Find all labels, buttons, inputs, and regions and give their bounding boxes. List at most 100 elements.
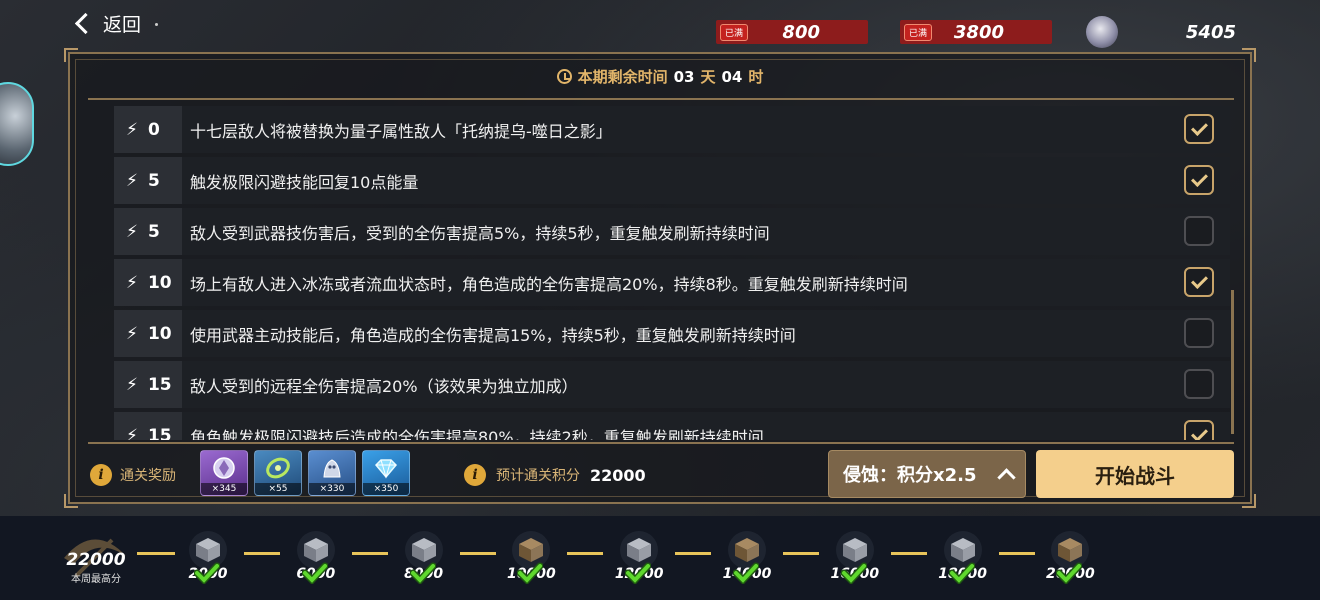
- reward-count: ×330: [309, 483, 355, 495]
- best-score-value: 22000: [66, 550, 126, 570]
- full-badge: 已满: [904, 23, 933, 41]
- modifier-cost: ⚡ 10: [114, 259, 182, 306]
- checkmark-icon: [840, 562, 867, 584]
- modifier-checkbox[interactable]: [1184, 318, 1214, 348]
- info-icon[interactable]: i: [464, 464, 486, 486]
- resource-value: 5405: [1185, 21, 1236, 43]
- score-value: 22000: [590, 465, 646, 485]
- corner-ornament: [1242, 48, 1256, 62]
- modifier-checkbox[interactable]: [1184, 216, 1214, 246]
- lightning-icon: ⚡: [126, 272, 138, 293]
- modifier-text: 使用武器主动技能后，角色造成的全伤害提高15%，持续5秒，重复触发刷新持续时间: [182, 310, 1230, 357]
- modifier-checkbox[interactable]: [1184, 165, 1214, 195]
- timer-hours-unit: 时: [748, 68, 764, 86]
- reward-item[interactable]: ×330: [308, 450, 356, 496]
- info-icon[interactable]: i: [90, 464, 112, 486]
- milestone-chest[interactable]: 20000: [1046, 528, 1095, 586]
- resource-counter-3[interactable]: 5405: [1086, 16, 1236, 48]
- track-segment: [998, 552, 1035, 555]
- modifier-cost: ⚡ 10: [114, 310, 182, 357]
- reward-count: ×55: [255, 483, 301, 495]
- modifier-list[interactable]: ⚡ 0 十七层敌人将被替换为量子属性敌人「托纳提乌-噬日之影」 ⚡ 5 触发极限闪避…: [114, 106, 1230, 440]
- milestone-chest[interactable]: 14000: [723, 528, 771, 586]
- corner-ornament: [64, 48, 78, 62]
- modifier-checkbox[interactable]: [1184, 267, 1214, 297]
- modifier-cost: ⚡ 15: [114, 412, 182, 440]
- modifier-checkbox[interactable]: [1184, 420, 1214, 440]
- checkmark-icon: [301, 562, 328, 584]
- checkmark-icon: [194, 562, 220, 584]
- modifier-row[interactable]: ⚡ 5 触发极限闪避技能回复10点能量: [114, 157, 1230, 204]
- avatar[interactable]: [0, 82, 34, 166]
- modifier-row[interactable]: ⚡ 0 十七层敌人将被替换为量子属性敌人「托纳提乌-噬日之影」: [114, 106, 1230, 153]
- modifier-text: 场上有敌人进入冰冻或者流血状态时，角色造成的全伤害提高20%，持续8秒。重复触发…: [182, 259, 1230, 306]
- reward-item[interactable]: ×345: [200, 450, 248, 496]
- erosion-dropdown[interactable]: 侵蚀：积分x2.5: [828, 450, 1026, 498]
- lightning-icon: ⚡: [126, 425, 138, 441]
- score-label-text: 预计通关积分: [496, 468, 580, 484]
- best-score-label: 本周最高分: [71, 574, 121, 585]
- corner-ornament: [1242, 494, 1256, 508]
- milestone-chest[interactable]: 6000: [294, 528, 338, 586]
- cost-value: 10: [147, 272, 172, 293]
- milestone-chest[interactable]: 10000: [507, 528, 556, 586]
- milestone-chest[interactable]: 18000: [938, 528, 987, 586]
- reward-item[interactable]: ×350: [362, 450, 410, 496]
- track-segment: [783, 552, 819, 555]
- cost-value: 0: [147, 119, 160, 140]
- full-badge: 已满: [720, 23, 749, 41]
- back-chevron-icon: [74, 12, 97, 35]
- modifier-row[interactable]: ⚡ 10 使用武器主动技能后，角色造成的全伤害提高15%，持续5秒，重复触发刷新持…: [114, 310, 1230, 357]
- resource-counter-1[interactable]: 已满 800: [716, 19, 868, 45]
- rewards-label-text: 通关奖励: [120, 468, 176, 484]
- resource-counter-2[interactable]: 已满 3800: [900, 19, 1052, 45]
- cost-value: 10: [147, 323, 172, 344]
- crystal-currency-icon: [1086, 16, 1118, 48]
- divider: [88, 442, 1234, 444]
- corner-ornament: [64, 494, 78, 508]
- weekly-best-score: 22000 本周最高分: [56, 530, 136, 585]
- milestone-chest[interactable]: 12000: [615, 528, 664, 586]
- cost-value: 5: [147, 221, 160, 242]
- lightning-icon: ⚡: [126, 374, 138, 395]
- resource-value: 800: [782, 21, 820, 43]
- back-button[interactable]: 返回: [72, 10, 159, 37]
- modifier-cost: ⚡ 15: [114, 361, 182, 408]
- rewards-label: i 通关奖励: [90, 464, 176, 486]
- modifier-checkbox[interactable]: [1184, 369, 1214, 399]
- blue-diamond-icon: [374, 459, 398, 479]
- modifier-text: 敌人受到的远程全伤害提高20%（该效果为独立加成）: [182, 361, 1230, 408]
- timer-hours: 04: [721, 67, 743, 86]
- checkmark-icon: [409, 562, 436, 584]
- reward-count: ×350: [363, 483, 409, 495]
- clock-icon: [556, 69, 572, 84]
- lightning-icon: ⚡: [126, 221, 138, 242]
- cost-value: 15: [147, 425, 172, 441]
- milestone-chest[interactable]: 8000: [402, 528, 446, 586]
- modifier-text: 触发极限闪避技能回复10点能量: [182, 157, 1230, 204]
- reward-items: ×345 ×55 ×330 ×350: [200, 450, 410, 496]
- modifier-cost: ⚡ 0: [114, 106, 182, 153]
- modifier-cost: ⚡ 5: [114, 157, 182, 204]
- milestone-chest[interactable]: 2000: [186, 528, 230, 586]
- modifier-row[interactable]: ⚡ 15 角色触发极限闪避技后造成的全伤害提高80%，持续2秒，重复触发刷新持续时…: [114, 412, 1230, 440]
- modifier-row[interactable]: ⚡ 5 敌人受到武器技伤害后，受到的全伤害提高5%，持续5秒，重复触发刷新持续时间: [114, 208, 1230, 255]
- track-segment: [244, 552, 280, 555]
- estimated-score: i 预计通关积分 22000: [464, 464, 646, 486]
- lightning-icon: ⚡: [126, 323, 138, 344]
- scrollbar[interactable]: [1231, 290, 1234, 434]
- track-segment: [567, 552, 604, 555]
- cost-value: 5: [147, 170, 160, 191]
- start-battle-button[interactable]: 开始战斗: [1036, 450, 1234, 498]
- modifier-row[interactable]: ⚡ 15 敌人受到的远程全伤害提高20%（该效果为独立加成）: [114, 361, 1230, 408]
- timer-days: 03: [673, 67, 695, 86]
- track-segment: [890, 552, 927, 555]
- reward-item[interactable]: ×55: [254, 450, 302, 496]
- milestone-chest[interactable]: 16000: [830, 528, 879, 586]
- modifier-checkbox[interactable]: [1184, 114, 1214, 144]
- purple-crystal-icon: [213, 457, 235, 479]
- checkmark-icon: [733, 562, 759, 584]
- reward-count: ×345: [201, 483, 247, 495]
- cost-value: 15: [147, 374, 172, 395]
- modifier-row[interactable]: ⚡ 10 场上有敌人进入冰冻或者流血状态时，角色造成的全伤害提高20%，持续8秒。…: [114, 259, 1230, 306]
